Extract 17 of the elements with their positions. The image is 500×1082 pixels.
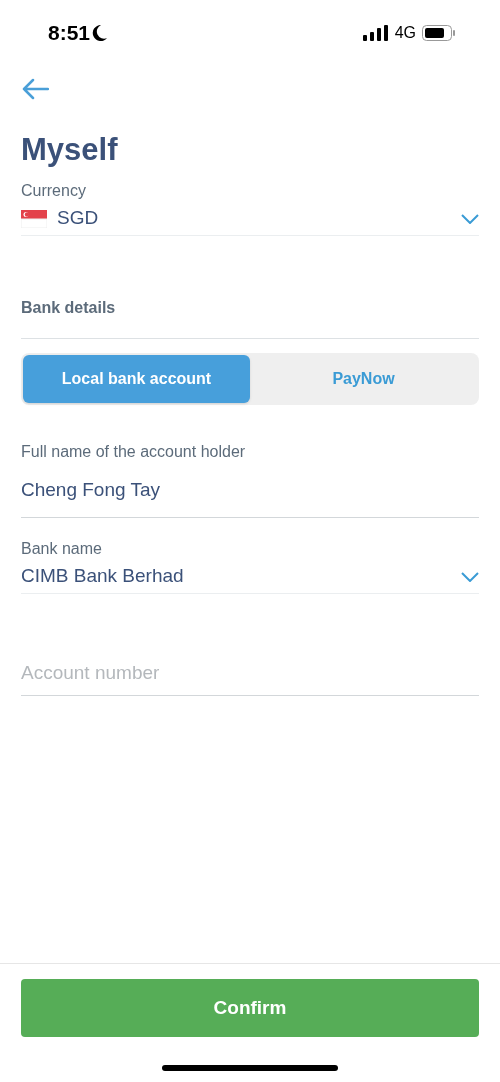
status-time: 8:51 (48, 20, 91, 47)
battery-icon (422, 25, 456, 41)
bank-select[interactable]: CIMB Bank Berhad (21, 560, 479, 594)
chevron-down-icon (461, 571, 479, 582)
account-number-field[interactable]: Account number (21, 650, 479, 696)
chevron-down-icon (461, 213, 479, 224)
currency-select[interactable]: SGD (21, 202, 479, 236)
field-label: Currency (21, 181, 87, 201)
flag-icon (21, 209, 47, 228)
page-title: Myself (21, 131, 119, 169)
signal-icon (362, 25, 389, 41)
name-field[interactable]: Cheng Fong Tay (21, 477, 479, 503)
field-label: Bank name (21, 539, 103, 559)
back-arrow-icon[interactable] (21, 78, 49, 100)
network-label: 4G (394, 23, 416, 43)
section-heading: Bank details (21, 296, 479, 339)
field-label: Full name of the account holder (21, 442, 247, 462)
